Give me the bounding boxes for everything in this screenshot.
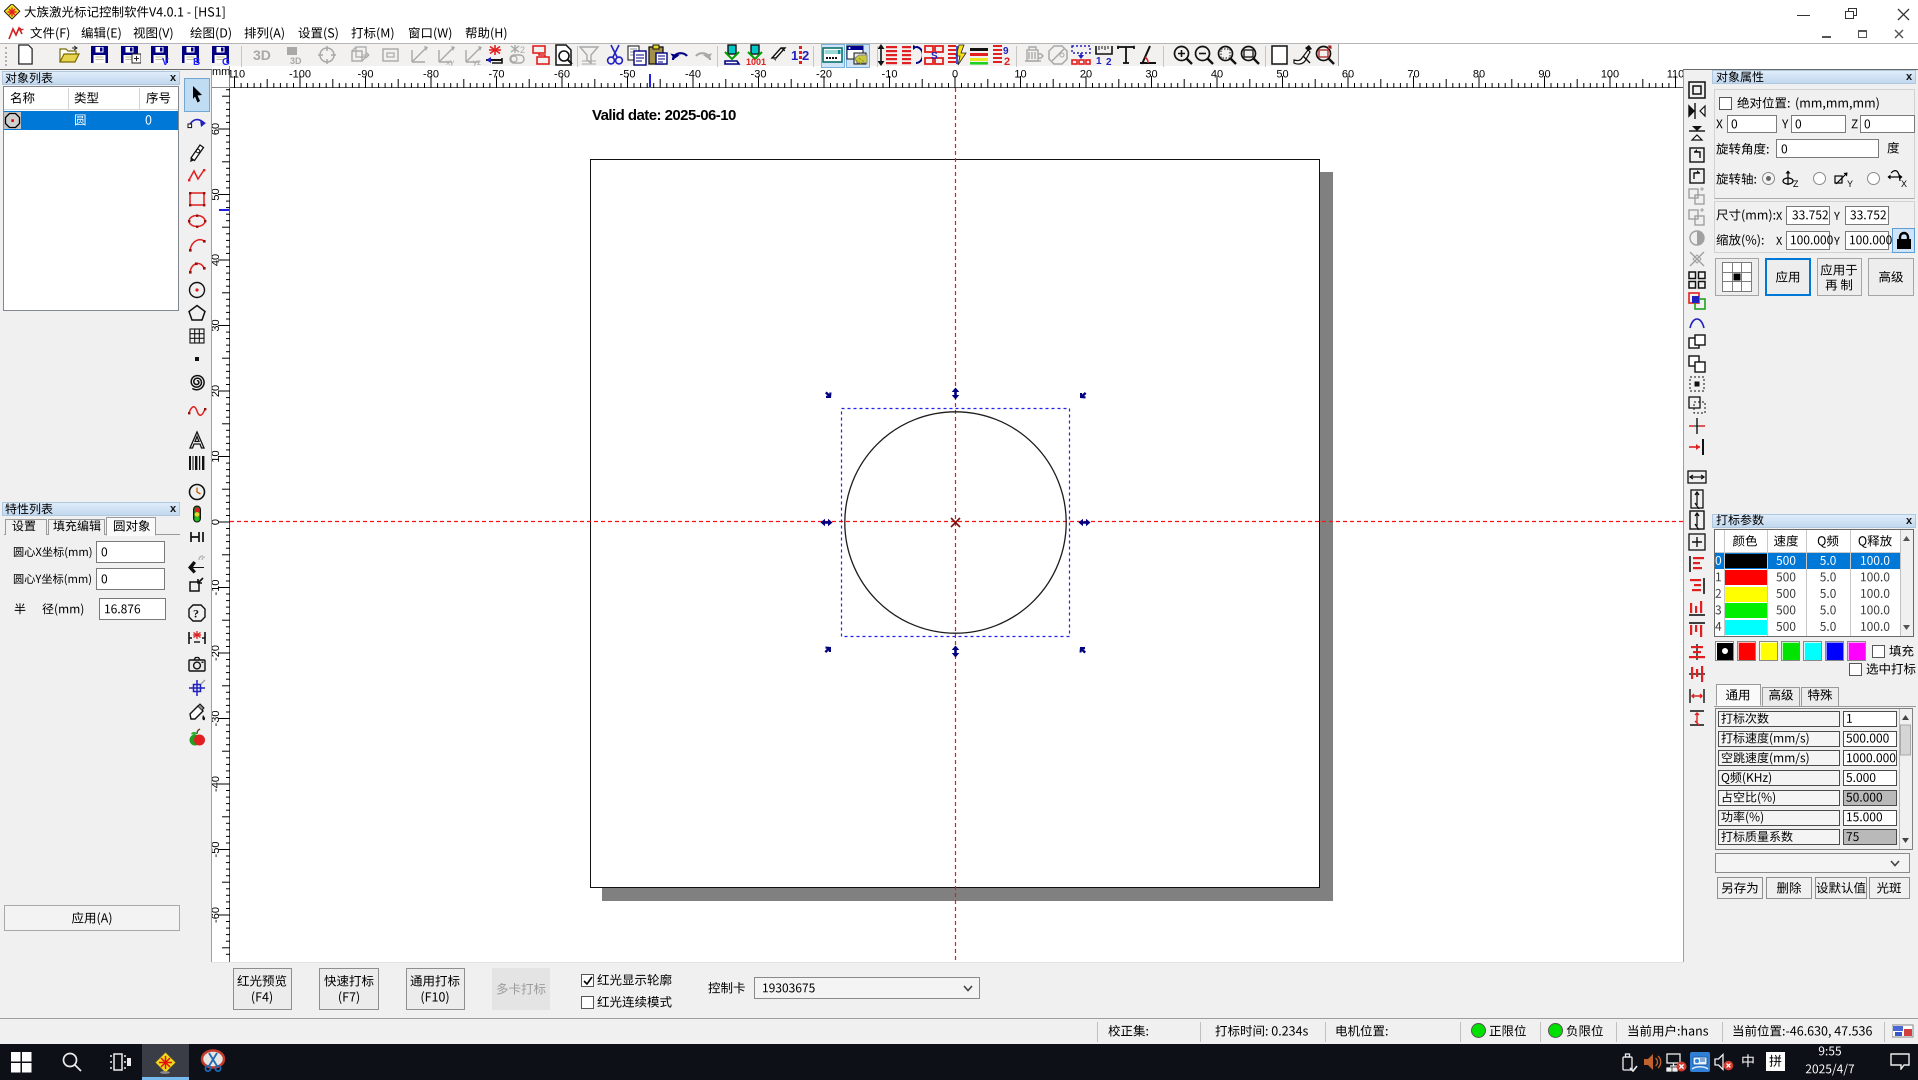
svg-text:60: 60 bbox=[1342, 69, 1354, 81]
svg-text:100: 100 bbox=[1601, 69, 1619, 81]
svg-text:110: 110 bbox=[1667, 69, 1683, 81]
svg-text:3D: 3D bbox=[253, 47, 271, 63]
svg-text:2: 2 bbox=[520, 45, 525, 55]
svg-text:-50: -50 bbox=[620, 69, 636, 81]
svg-text:?: ? bbox=[193, 607, 199, 621]
svg-text:-10: -10 bbox=[882, 69, 898, 81]
svg-text:-20: -20 bbox=[212, 645, 222, 661]
svg-text:-100: -100 bbox=[289, 69, 311, 81]
svg-text:10: 10 bbox=[1014, 69, 1026, 81]
svg-text:1: 1 bbox=[1096, 56, 1102, 66]
svg-text:-40: -40 bbox=[212, 776, 222, 792]
svg-text:-110: -110 bbox=[230, 69, 245, 81]
svg-text:-20: -20 bbox=[816, 69, 832, 81]
svg-text:3D: 3D bbox=[290, 56, 302, 66]
svg-text:0: 0 bbox=[212, 519, 222, 525]
svg-text:V: V bbox=[162, 57, 169, 66]
svg-text:20: 20 bbox=[1080, 69, 1092, 81]
svg-text:0: 0 bbox=[952, 69, 958, 81]
svg-text:40: 40 bbox=[1211, 69, 1223, 81]
svg-text:20: 20 bbox=[212, 385, 222, 397]
svg-text:-70: -70 bbox=[489, 69, 505, 81]
svg-text:Z: Z bbox=[1793, 179, 1799, 189]
svg-text:50: 50 bbox=[212, 188, 222, 200]
svg-text:1001: 1001 bbox=[746, 57, 766, 66]
svg-text:30: 30 bbox=[1145, 69, 1157, 81]
svg-text:2: 2 bbox=[802, 48, 809, 63]
svg-text:Y: Y bbox=[1847, 179, 1853, 189]
svg-text:-50: -50 bbox=[212, 842, 222, 858]
svg-text:-10: -10 bbox=[212, 580, 222, 596]
svg-text:X: X bbox=[1901, 179, 1907, 189]
svg-text:-40: -40 bbox=[685, 69, 701, 81]
svg-text:-90: -90 bbox=[358, 69, 374, 81]
svg-text:-60: -60 bbox=[212, 907, 222, 923]
svg-text:xy: xy bbox=[446, 58, 454, 66]
svg-text:2: 2 bbox=[1106, 57, 1112, 66]
svg-text:-30: -30 bbox=[212, 711, 222, 727]
svg-text:G: G bbox=[222, 57, 230, 66]
svg-text:60: 60 bbox=[212, 123, 222, 135]
svg-text:40: 40 bbox=[212, 254, 222, 266]
svg-text:30: 30 bbox=[212, 319, 222, 331]
svg-text:10: 10 bbox=[212, 450, 222, 462]
svg-text:-30: -30 bbox=[751, 69, 767, 81]
svg-text:90: 90 bbox=[1538, 69, 1550, 81]
svg-text:1: 1 bbox=[791, 48, 798, 63]
svg-text:80: 80 bbox=[1473, 69, 1485, 81]
svg-text:50: 50 bbox=[1276, 69, 1288, 81]
svg-text:-80: -80 bbox=[423, 69, 439, 81]
svg-text:B: B bbox=[193, 57, 200, 66]
svg-text:2: 2 bbox=[1004, 56, 1010, 66]
svg-text:70: 70 bbox=[1407, 69, 1419, 81]
svg-text:yz: yz bbox=[473, 58, 481, 66]
svg-text:-60: -60 bbox=[554, 69, 570, 81]
svg-text:S: S bbox=[931, 51, 938, 62]
